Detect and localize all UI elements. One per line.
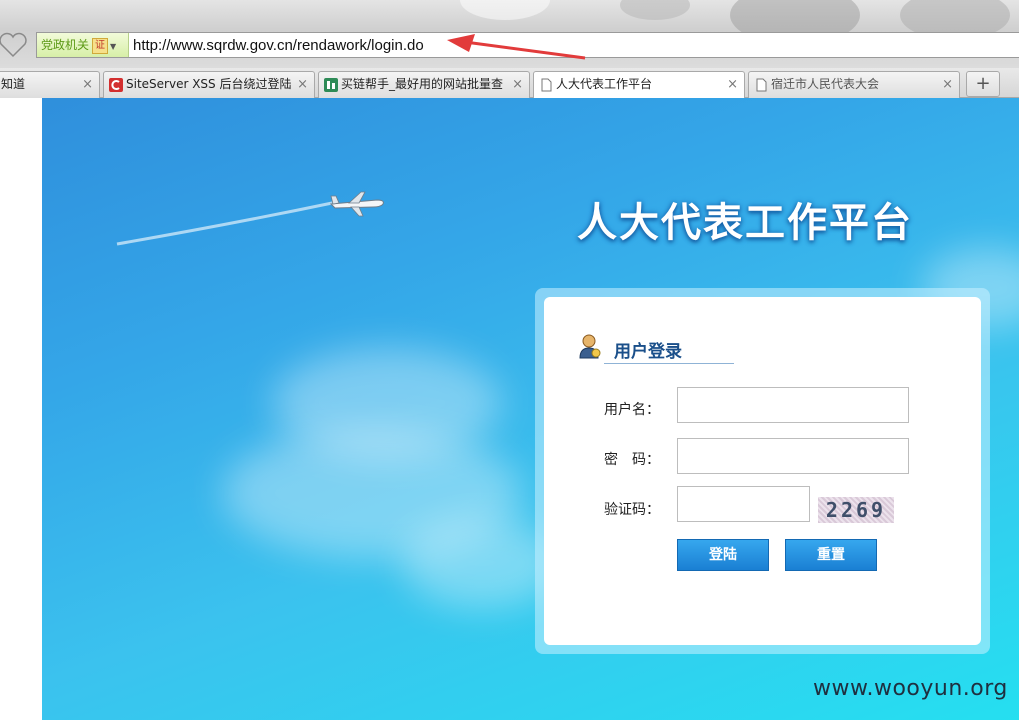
site-title: 人大代表工作平台 <box>577 200 913 246</box>
close-icon[interactable]: × <box>942 72 953 97</box>
password-label: 密 码： <box>604 452 660 468</box>
tab-title: SiteServer XSS 后台绕过登陆 <box>126 77 292 91</box>
login-page-background: 人大代表工作平台 用户登录 用户名： 密 码： 验证码： 2269 登陆 重置 <box>42 98 1019 720</box>
watermark: www.wooyun.org <box>813 676 1008 701</box>
login-button[interactable]: 登陆 <box>677 539 769 571</box>
cert-icon: 证 <box>92 38 109 54</box>
tab-siteserver[interactable]: SiteServer XSS 后台绕过登陆 × <box>103 71 315 98</box>
captcha-input[interactable] <box>677 486 810 522</box>
tab-title: 知道 <box>1 77 26 91</box>
username-label: 用户名： <box>604 402 660 418</box>
tab-title: 买链帮手_最好用的网站批量查 <box>341 77 504 91</box>
tab-bar: 知道 × SiteServer XSS 后台绕过登陆 × 买链帮手_最好用的网站… <box>0 68 1019 99</box>
tab-zhidao[interactable]: 知道 × <box>0 71 100 98</box>
cert-badge[interactable]: 党政机关证 ▼ <box>37 33 129 57</box>
tab-mailian[interactable]: 买链帮手_最好用的网站批量查 × <box>318 71 530 98</box>
chevron-down-icon: ▼ <box>110 42 117 51</box>
login-header: 用户登录 <box>614 342 682 362</box>
cert-label: 党政机关 <box>41 38 90 52</box>
reset-button[interactable]: 重置 <box>785 539 877 571</box>
username-input[interactable] <box>677 387 909 423</box>
annotation-arrow-icon <box>447 34 586 60</box>
skin-decoration <box>460 0 550 20</box>
login-panel: 用户登录 用户名： 密 码： 验证码： 2269 登陆 重置 <box>535 288 990 654</box>
skin-decoration <box>620 0 690 20</box>
login-box: 用户登录 用户名： 密 码： 验证码： 2269 登陆 重置 <box>544 297 981 645</box>
captcha-image[interactable]: 2269 <box>818 497 894 523</box>
divider <box>604 363 734 364</box>
password-input[interactable] <box>677 438 909 474</box>
captcha-label: 验证码： <box>604 502 660 518</box>
tab-suqian[interactable]: 宿迁市人民代表大会 × <box>748 71 960 98</box>
contrail-decoration <box>116 200 338 246</box>
close-icon[interactable]: × <box>512 72 523 97</box>
page-icon <box>756 78 767 92</box>
page-icon <box>541 78 552 92</box>
close-icon[interactable]: × <box>297 72 308 97</box>
airplane-icon <box>329 191 384 217</box>
siteserver-logo-icon <box>109 78 123 92</box>
favorite-heart-icon[interactable] <box>0 32 28 58</box>
mailian-logo-icon <box>324 78 338 92</box>
user-icon <box>579 334 601 359</box>
close-icon[interactable]: × <box>727 72 738 97</box>
new-tab-button[interactable]: + <box>966 71 1000 97</box>
tab-title: 宿迁市人民代表大会 <box>771 77 880 91</box>
url-input[interactable] <box>133 35 733 55</box>
close-icon[interactable]: × <box>82 72 93 97</box>
tab-active-renda[interactable]: 人大代表工作平台 × <box>533 71 745 99</box>
tab-title: 人大代表工作平台 <box>556 77 653 91</box>
browser-toolbar: 党政机关证 ▼ <box>0 0 1019 68</box>
